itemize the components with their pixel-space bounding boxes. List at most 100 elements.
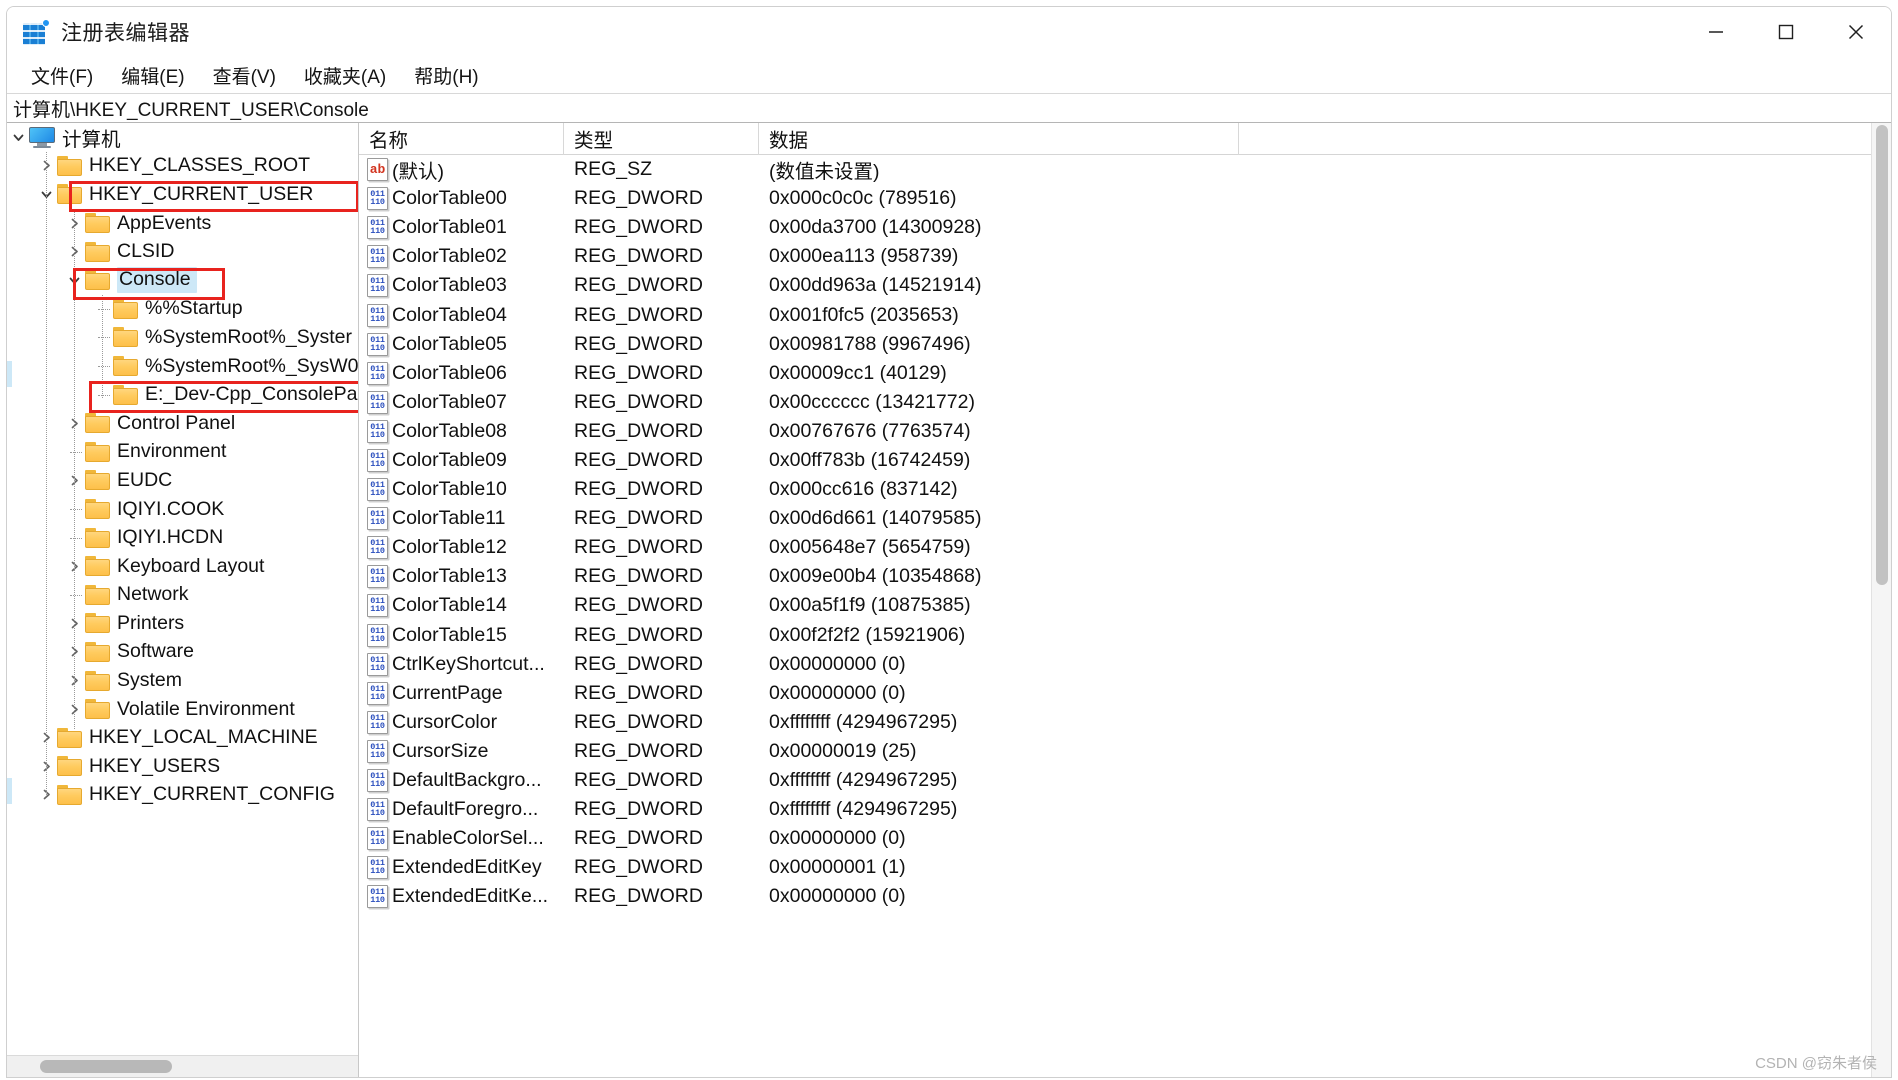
tree-item-systemroot-sysw0[interactable]: %SystemRoot%_SysW0 bbox=[7, 352, 358, 381]
value-row[interactable]: 011110ColorTable06REG_DWORD0x00009cc1 (4… bbox=[359, 359, 1891, 388]
tree-item-volatile-environment[interactable]: Volatile Environment bbox=[7, 695, 358, 724]
value-row[interactable]: 011110ColorTable07REG_DWORD0x00cccccc (1… bbox=[359, 388, 1891, 417]
folder-icon bbox=[113, 327, 138, 347]
value-row[interactable]: 011110ColorTable11REG_DWORD0x00d6d661 (1… bbox=[359, 504, 1891, 533]
tree-item-network[interactable]: Network bbox=[7, 581, 358, 610]
value-row[interactable]: 011110ColorTable09REG_DWORD0x00ff783b (1… bbox=[359, 446, 1891, 475]
value-name: ColorTable12 bbox=[392, 536, 507, 559]
tree-item-hkey-users[interactable]: HKEY_USERS bbox=[7, 752, 358, 781]
registry-tree[interactable]: 计算机HKEY_CLASSES_ROOTHKEY_CURRENT_USER App… bbox=[7, 123, 358, 1055]
tree-indent bbox=[7, 724, 35, 752]
folder-icon bbox=[113, 356, 138, 376]
tree-horizontal-scrollbar[interactable] bbox=[7, 1055, 359, 1077]
value-row[interactable]: 011110ColorTable08REG_DWORD0x00767676 (7… bbox=[359, 417, 1891, 446]
column-header-data[interactable]: 数据 bbox=[759, 123, 1239, 155]
tree-item-environment[interactable]: Environment bbox=[7, 438, 358, 467]
tree-item-iqiyi-cook[interactable]: IQIYI.COOK bbox=[7, 495, 358, 524]
value-row[interactable]: 011110DefaultForegro...REG_DWORD0xffffff… bbox=[359, 795, 1891, 824]
value-name-cell: 011110ColorTable07 bbox=[359, 391, 564, 414]
value-row[interactable]: 011110ColorTable02REG_DWORD0x000ea113 (9… bbox=[359, 242, 1891, 271]
tree-indent bbox=[7, 180, 35, 208]
value-type: REG_DWORD bbox=[564, 478, 759, 501]
values-list[interactable]: ab(默认)REG_SZ(数值未设置)011110ColorTable00REG… bbox=[359, 155, 1891, 911]
tree-item-label: HKEY_USERS bbox=[89, 755, 220, 778]
tree-item-startup[interactable]: %%Startup bbox=[7, 295, 358, 324]
minimize-button[interactable] bbox=[1681, 7, 1751, 57]
tree-item-hkey-classes-root[interactable]: HKEY_CLASSES_ROOT bbox=[7, 152, 358, 181]
tree-item-appevents[interactable]: AppEvents bbox=[7, 209, 358, 238]
value-row[interactable]: 011110ColorTable00REG_DWORD0x000c0c0c (7… bbox=[359, 184, 1891, 213]
value-row[interactable]: 011110ExtendedEditKeyREG_DWORD0x00000001… bbox=[359, 853, 1891, 882]
tree-item-iqiyi-hcdn[interactable]: IQIYI.HCDN bbox=[7, 523, 358, 552]
menu-edit[interactable]: 编辑(E) bbox=[109, 59, 196, 92]
tree-item-hkey-current-config[interactable]: HKEY_CURRENT_CONFIG bbox=[7, 781, 358, 810]
value-row[interactable]: 011110ColorTable13REG_DWORD0x009e00b4 (1… bbox=[359, 562, 1891, 591]
value-name-cell: 011110ColorTable09 bbox=[359, 449, 564, 472]
tree-item-systemroot-syster[interactable]: %SystemRoot%_Syster bbox=[7, 323, 358, 352]
value-row[interactable]: 011110ColorTable10REG_DWORD0x000cc616 (8… bbox=[359, 475, 1891, 504]
menu-help[interactable]: 帮助(H) bbox=[402, 59, 490, 92]
tree-scrollbar-thumb[interactable] bbox=[40, 1060, 172, 1073]
tree-item-e-dev-cpp-consolepa[interactable]: E:_Dev-Cpp_ConsolePa bbox=[7, 380, 358, 409]
value-row[interactable]: 011110ColorTable01REG_DWORD0x00da3700 (1… bbox=[359, 213, 1891, 242]
tree-item-eudc[interactable]: EUDC bbox=[7, 466, 358, 495]
tree-item-hkey-local-machine[interactable]: HKEY_LOCAL_MACHINE bbox=[7, 723, 358, 752]
tree-indent bbox=[7, 609, 63, 637]
values-scrollbar-thumb[interactable] bbox=[1876, 125, 1888, 585]
close-button[interactable] bbox=[1821, 7, 1891, 57]
chevron-down-icon bbox=[12, 131, 25, 144]
value-row[interactable]: 011110ColorTable04REG_DWORD0x001f0fc5 (2… bbox=[359, 300, 1891, 329]
value-row[interactable]: 011110CursorColorREG_DWORD0xffffffff (42… bbox=[359, 708, 1891, 737]
tree-item-clsid[interactable]: CLSID bbox=[7, 237, 358, 266]
value-type: REG_DWORD bbox=[564, 449, 759, 472]
tree-item-console[interactable]: Console bbox=[7, 266, 358, 295]
tree-item-label: HKEY_CURRENT_USER bbox=[89, 183, 313, 206]
value-name-cell: 011110ColorTable00 bbox=[359, 187, 564, 210]
tree-item-control-panel[interactable]: Control Panel bbox=[7, 409, 358, 438]
value-data: 0x005648e7 (5654759) bbox=[759, 536, 1891, 559]
value-row[interactable]: 011110CursorSizeREG_DWORD0x00000019 (25) bbox=[359, 737, 1891, 766]
value-type: REG_SZ bbox=[564, 158, 759, 181]
title-bar: 注册表编辑器 bbox=[7, 7, 1891, 57]
value-row[interactable]: 011110ExtendedEditKe...REG_DWORD0x000000… bbox=[359, 882, 1891, 911]
tree-item-system[interactable]: System bbox=[7, 666, 358, 695]
window-title: 注册表编辑器 bbox=[61, 17, 190, 47]
value-row[interactable]: 011110DefaultBackgro...REG_DWORD0xffffff… bbox=[359, 766, 1891, 795]
value-type: REG_DWORD bbox=[564, 333, 759, 356]
value-row[interactable]: 011110ColorTable05REG_DWORD0x00981788 (9… bbox=[359, 330, 1891, 359]
tree-item-printers[interactable]: Printers bbox=[7, 609, 358, 638]
tree-item-hkey-current-user[interactable]: HKEY_CURRENT_USER bbox=[7, 180, 358, 209]
folder-icon bbox=[85, 528, 110, 548]
value-row[interactable]: ab(默认)REG_SZ(数值未设置) bbox=[359, 155, 1891, 184]
column-header-type[interactable]: 类型 bbox=[564, 123, 759, 155]
value-row[interactable]: 011110ColorTable14REG_DWORD0x00a5f1f9 (1… bbox=[359, 591, 1891, 620]
value-type: REG_DWORD bbox=[564, 885, 759, 908]
value-type: REG_DWORD bbox=[564, 187, 759, 210]
value-row[interactable]: 011110ColorTable12REG_DWORD0x005648e7 (5… bbox=[359, 533, 1891, 562]
value-type: REG_DWORD bbox=[564, 304, 759, 327]
value-row[interactable]: 011110ColorTable03REG_DWORD0x00dd963a (1… bbox=[359, 271, 1891, 300]
folder-icon bbox=[85, 613, 110, 633]
value-row[interactable]: 011110EnableColorSel...REG_DWORD0x000000… bbox=[359, 824, 1891, 853]
value-row[interactable]: 011110CurrentPageREG_DWORD0x00000000 (0) bbox=[359, 679, 1891, 708]
folder-icon bbox=[85, 270, 110, 290]
menu-file[interactable]: 文件(F) bbox=[19, 59, 105, 92]
expander-collapse[interactable] bbox=[7, 123, 29, 151]
value-type: REG_DWORD bbox=[564, 740, 759, 763]
menu-view[interactable]: 查看(V) bbox=[201, 59, 288, 92]
tree-item-keyboard-layout[interactable]: Keyboard Layout bbox=[7, 552, 358, 581]
column-header-name[interactable]: 名称 bbox=[359, 123, 564, 155]
address-bar[interactable]: 计算机\HKEY_CURRENT_USER\Console bbox=[7, 93, 1891, 123]
value-row[interactable]: 011110CtrlKeyShortcut...REG_DWORD0x00000… bbox=[359, 650, 1891, 679]
value-name-cell: 011110ExtendedEditKey bbox=[359, 856, 564, 879]
value-type: REG_DWORD bbox=[564, 565, 759, 588]
tree-item-software[interactable]: Software bbox=[7, 638, 358, 667]
value-row[interactable]: 011110ColorTable15REG_DWORD0x00f2f2f2 (1… bbox=[359, 621, 1891, 650]
folder-icon bbox=[85, 499, 110, 519]
menu-favorites[interactable]: 收藏夹(A) bbox=[292, 59, 398, 92]
dword-value-icon: 011110 bbox=[367, 333, 388, 356]
values-vertical-scrollbar[interactable] bbox=[1871, 123, 1891, 1077]
maximize-button[interactable] bbox=[1751, 7, 1821, 57]
value-data: 0xffffffff (4294967295) bbox=[759, 798, 1891, 821]
tree-item-[interactable]: 计算机 bbox=[7, 123, 358, 152]
